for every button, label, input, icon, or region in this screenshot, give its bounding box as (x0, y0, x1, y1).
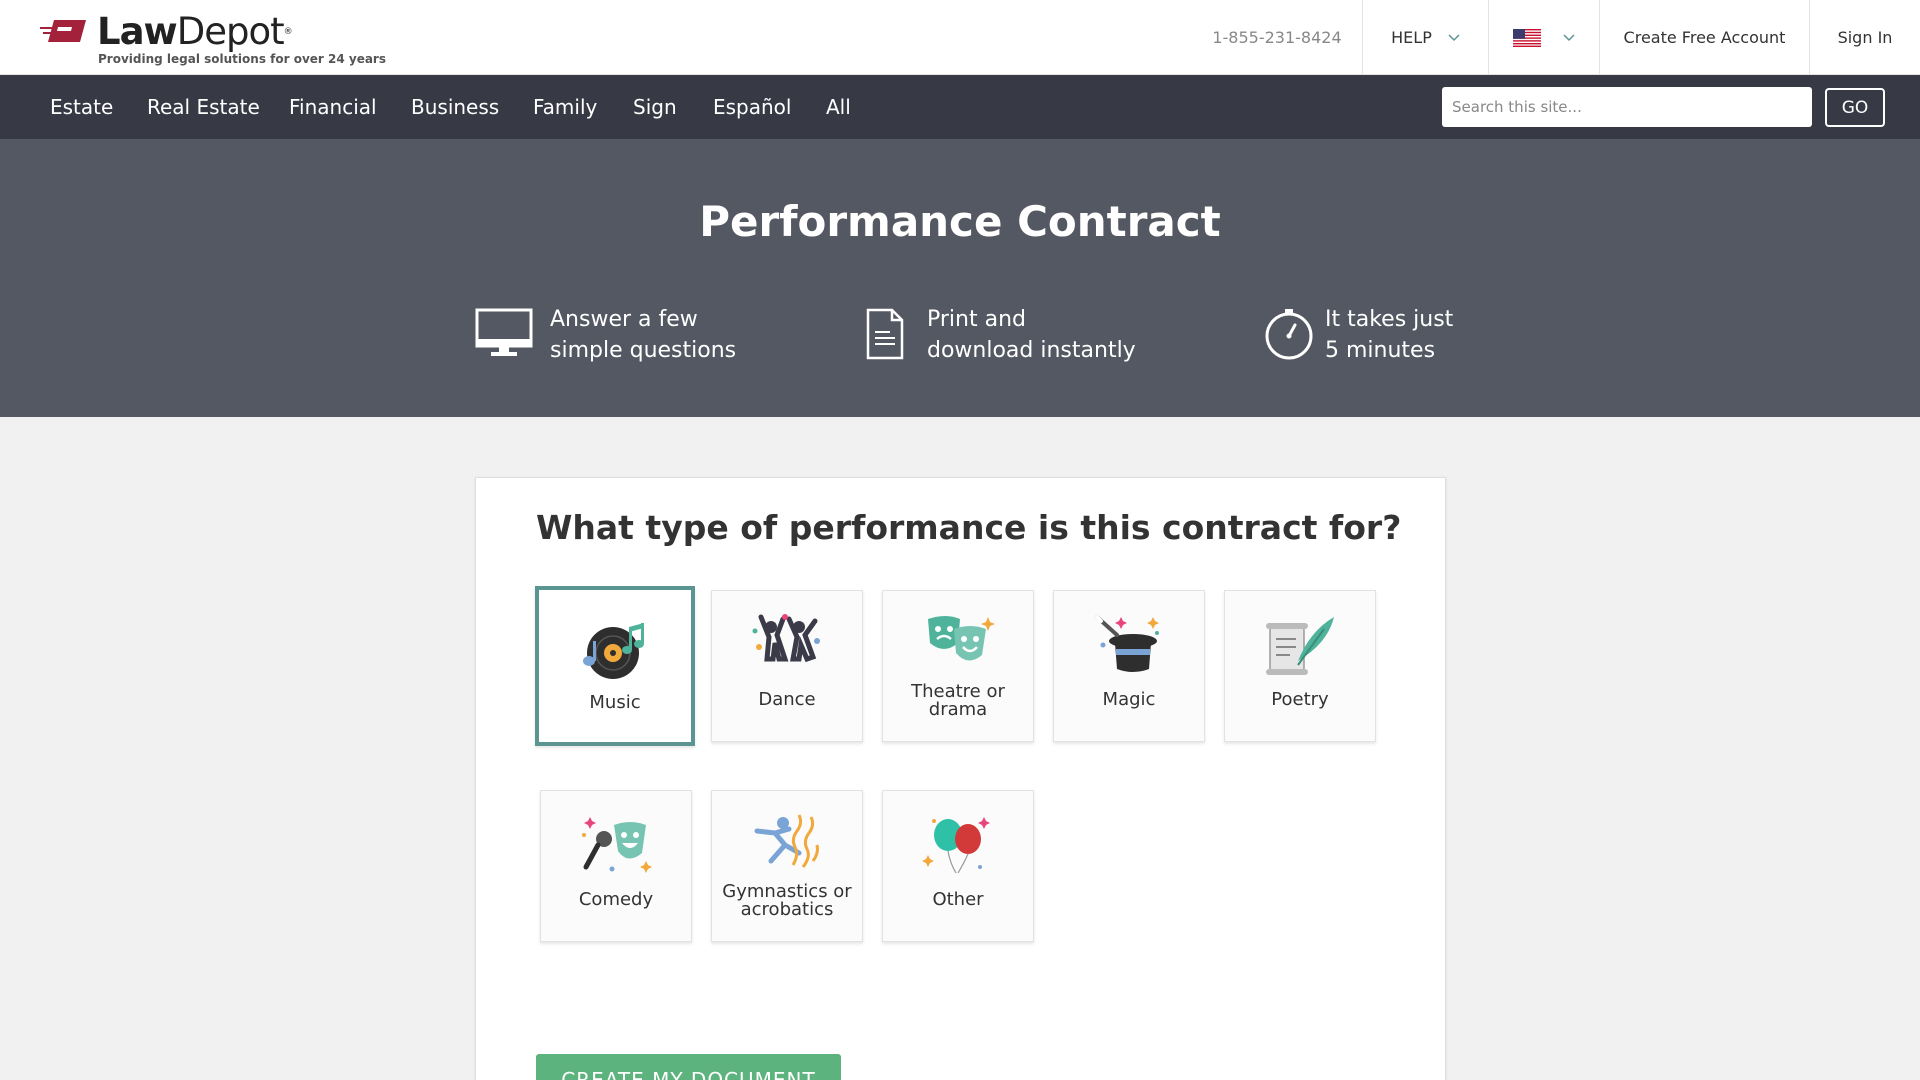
option-poetry[interactable]: Poetry (1224, 590, 1376, 742)
help-label: HELP (1391, 28, 1432, 47)
feature-2-line1: Print and (927, 307, 1026, 332)
us-flag-icon (1513, 28, 1541, 47)
option-theatre-label: Theatre or drama (911, 681, 1005, 720)
dance-icon (752, 614, 820, 663)
logo-mark-icon (40, 20, 86, 42)
monitor-icon (475, 308, 533, 356)
option-comedy-label: Comedy (578, 889, 654, 910)
help-menu[interactable]: HELP (1362, 0, 1488, 75)
document-icon (866, 308, 904, 360)
option-music-label: Music (589, 692, 641, 713)
brand-name: LawDepot® (97, 10, 293, 53)
nav-item-business[interactable]: Business (411, 75, 499, 139)
music-icon (583, 623, 644, 679)
question-heading: What type of performance is this contrac… (536, 508, 1402, 547)
comedy-mic-icon (582, 817, 652, 873)
option-theatre[interactable]: Theatre or drama (882, 590, 1034, 742)
chevron-down-icon (1448, 33, 1460, 41)
phone-number[interactable]: 1-855-231-8424 (1192, 0, 1362, 75)
gymnast-icon (754, 814, 819, 868)
nav-item-financial[interactable]: Financial (289, 75, 377, 139)
option-magic-label: Magic (1102, 689, 1156, 710)
option-gymnastics-label: Gymnastics or acrobatics (722, 881, 852, 920)
option-other-label: Other (932, 889, 984, 910)
option-other[interactable]: Other (882, 790, 1034, 942)
feature-1-line2: simple questions (550, 338, 737, 363)
sign-in-link[interactable]: Sign In (1809, 0, 1920, 75)
nav-item-family[interactable]: Family (533, 75, 597, 139)
lawdepot-logo[interactable]: LawDepot® Providing legal solutions for … (40, 10, 386, 70)
stopwatch-icon (1265, 309, 1313, 360)
feature-3-line1: It takes just (1325, 307, 1454, 332)
main-nav: Estate Real Estate Financial Business Fa… (0, 75, 1920, 139)
quill-scroll-icon (1266, 617, 1334, 675)
option-music[interactable]: Music (535, 586, 695, 746)
country-selector[interactable] (1488, 0, 1599, 75)
question-card: What type of performance is this contrac… (475, 477, 1446, 1080)
brand-tagline: Providing legal solutions for over 24 ye… (98, 52, 386, 66)
search-go-button[interactable]: GO (1825, 88, 1885, 127)
search-input[interactable] (1442, 87, 1812, 127)
nav-item-espanol[interactable]: Español (713, 75, 791, 139)
hero-banner: Performance Contract Answer a few simple… (0, 139, 1920, 417)
option-dance[interactable]: Dance (711, 590, 863, 742)
theatre-masks-icon (928, 616, 995, 661)
chevron-down-icon (1563, 33, 1575, 41)
magic-hat-icon (1095, 615, 1159, 672)
nav-item-sign[interactable]: Sign (633, 75, 677, 139)
balloons-icon (922, 817, 990, 874)
feature-2-line2: download instantly (927, 338, 1136, 363)
create-document-button[interactable]: CREATE MY DOCUMENT (536, 1054, 841, 1080)
nav-item-estate[interactable]: Estate (50, 75, 113, 139)
option-comedy[interactable]: Comedy (540, 790, 692, 942)
option-poetry-label: Poetry (1271, 689, 1329, 710)
option-magic[interactable]: Magic (1053, 590, 1205, 742)
feature-1-line1: Answer a few (550, 307, 698, 332)
nav-item-all[interactable]: All (826, 75, 851, 139)
create-account-link[interactable]: Create Free Account (1599, 0, 1809, 75)
option-dance-label: Dance (758, 689, 816, 710)
feature-3-line2: 5 minutes (1325, 338, 1436, 363)
option-gymnastics[interactable]: Gymnastics or acrobatics (711, 790, 863, 942)
nav-item-real-estate[interactable]: Real Estate (147, 75, 260, 139)
top-header: LawDepot® Providing legal solutions for … (0, 0, 1920, 75)
page-title: Performance Contract (699, 197, 1221, 246)
